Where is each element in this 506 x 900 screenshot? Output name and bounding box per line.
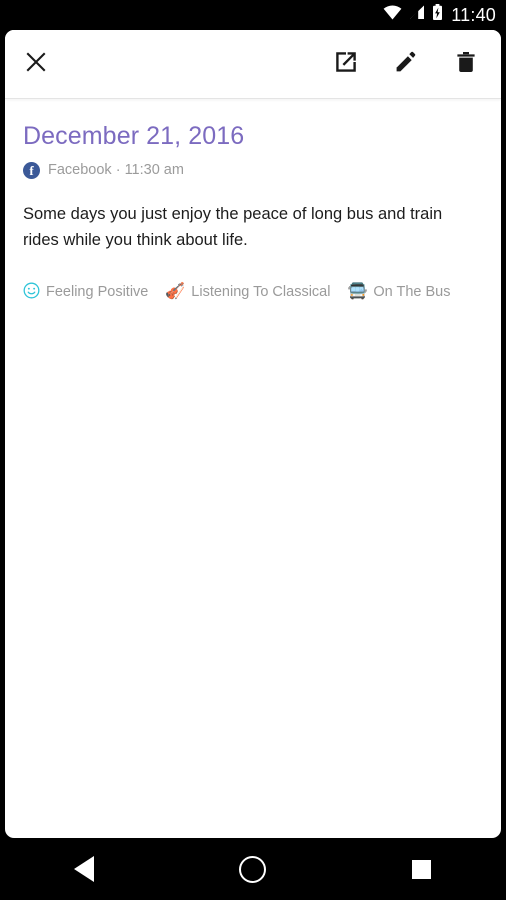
- entry-content: December 21, 2016 f Facebook · 11:30 am …: [5, 122, 501, 303]
- toolbar-divider: [5, 98, 501, 99]
- tag-location-label: On The Bus: [373, 284, 451, 301]
- home-button[interactable]: [218, 846, 288, 892]
- phone-screen: 11:40 December 21, 2016 f Facebook · 11:…: [0, 0, 506, 900]
- status-bar-clock: 11:40: [451, 5, 496, 25]
- tag-listening[interactable]: 🎻 Listening To Classical: [165, 284, 330, 300]
- android-nav-bar: [0, 838, 506, 900]
- smiley-face-icon: [23, 282, 40, 303]
- back-button[interactable]: [49, 846, 119, 892]
- recents-square-icon: [412, 859, 432, 879]
- delete-trash-icon: [454, 50, 478, 79]
- battery-charging-icon: [432, 4, 443, 26]
- status-bar: 11:40: [0, 0, 506, 30]
- facebook-icon: f: [23, 161, 40, 179]
- open-in-new-icon: [334, 50, 358, 79]
- close-icon: [24, 50, 48, 79]
- entry-card: December 21, 2016 f Facebook · 11:30 am …: [5, 30, 501, 838]
- bus-icon: 🚍: [347, 283, 368, 301]
- entry-meta-text: Facebook · 11:30 am: [48, 161, 184, 178]
- toolbar-actions: [329, 47, 501, 81]
- app-toolbar: [5, 30, 501, 98]
- entry-meta-row: f Facebook · 11:30 am: [23, 161, 483, 179]
- edit-button[interactable]: [389, 47, 423, 81]
- wifi-icon: [383, 5, 402, 25]
- edit-pencil-icon: [394, 50, 418, 79]
- tag-feeling-label: Feeling Positive: [46, 284, 149, 301]
- home-circle-icon: [239, 855, 267, 883]
- share-button[interactable]: [329, 47, 363, 81]
- delete-button[interactable]: [449, 47, 483, 81]
- status-bar-icons: [383, 4, 443, 26]
- entry-tags-row: Feeling Positive 🎻 Listening To Classica…: [23, 282, 483, 303]
- violin-icon: 🎻: [165, 283, 186, 301]
- entry-date-title: December 21, 2016: [23, 122, 245, 150]
- toolbar-left-section: [5, 47, 67, 81]
- cellular-signal-icon: [409, 5, 425, 25]
- close-button[interactable]: [19, 47, 53, 81]
- tag-feeling[interactable]: Feeling Positive: [23, 282, 148, 303]
- back-triangle-icon: [74, 856, 95, 882]
- tag-location[interactable]: 🚍 On The Bus: [347, 284, 450, 300]
- tag-listening-label: Listening To Classical: [191, 284, 331, 301]
- recents-button[interactable]: [387, 846, 457, 892]
- entry-body-text: Some days you just enjoy the peace of lo…: [23, 204, 443, 250]
